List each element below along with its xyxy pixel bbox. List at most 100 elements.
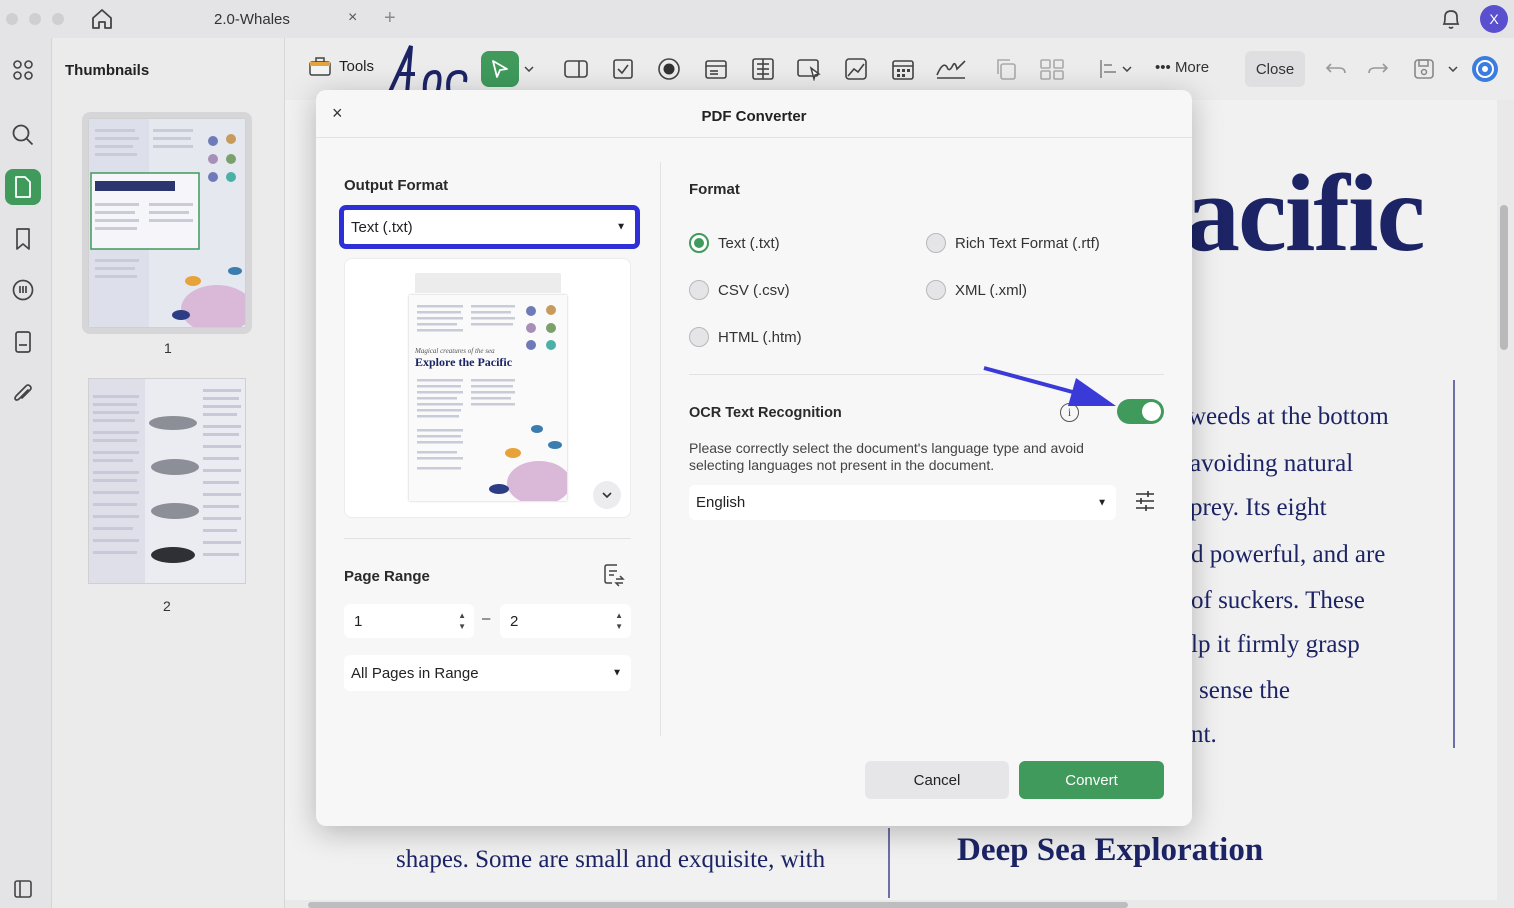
- format-option-csv[interactable]: CSV (.csv): [689, 280, 790, 300]
- checkbox-icon[interactable]: [610, 56, 636, 82]
- page-subset-value: All Pages in Range: [351, 664, 479, 682]
- ocr-language-select[interactable]: English ▼: [689, 485, 1116, 520]
- dialog-header: × PDF Converter: [316, 90, 1192, 138]
- date-field-icon[interactable]: [890, 56, 916, 82]
- ai-assistant-icon[interactable]: [1471, 55, 1499, 83]
- format-option-txt[interactable]: Text (.txt): [689, 233, 780, 253]
- window-close-dot[interactable]: [6, 13, 18, 25]
- page-thumbnail[interactable]: [88, 378, 246, 584]
- page-range-separator: –: [482, 610, 491, 627]
- home-icon[interactable]: [90, 8, 114, 30]
- stepper-arrows-icon[interactable]: ▲ ▼: [615, 610, 623, 632]
- toolbox-icon: [309, 57, 331, 76]
- document-text-line: weeds at the bottom: [1188, 403, 1389, 430]
- document-tab[interactable]: 2.0-Whales ×: [150, 0, 372, 38]
- radio-indicator: [689, 233, 709, 253]
- combo-box-icon[interactable]: [703, 56, 729, 82]
- ocr-description: Please correctly select the document's l…: [689, 440, 1084, 473]
- thumbnails-title: Thumbnails: [65, 62, 150, 79]
- ocr-label: OCR Text Recognition: [689, 405, 842, 421]
- list-box-icon[interactable]: [750, 56, 776, 82]
- cancel-button[interactable]: Cancel: [865, 761, 1009, 799]
- radio-indicator: [926, 233, 946, 253]
- page-range-swap-icon[interactable]: [603, 563, 625, 587]
- comments-icon[interactable]: [8, 275, 38, 305]
- preview-expand-button[interactable]: [593, 481, 621, 509]
- format-option-label: Rich Text Format (.rtf): [955, 234, 1100, 252]
- format-option-xml[interactable]: XML (.xml): [926, 280, 1027, 300]
- format-option-label: XML (.xml): [955, 281, 1027, 299]
- image-field-icon[interactable]: [843, 56, 869, 82]
- tools-button[interactable]: Tools: [309, 56, 374, 76]
- new-tab-icon[interactable]: +: [384, 7, 396, 30]
- format-option-rtf[interactable]: Rich Text Format (.rtf): [926, 233, 1100, 253]
- horizontal-scrollbar[interactable]: [308, 902, 1128, 908]
- grid-arrange-icon[interactable]: [1039, 56, 1065, 82]
- preview-page-stack: [415, 273, 561, 293]
- pages-icon[interactable]: [8, 327, 38, 357]
- dropdown-caret-icon: ▼: [612, 667, 622, 679]
- reading-mode-icon[interactable]: [563, 56, 589, 82]
- user-avatar[interactable]: X: [1480, 5, 1508, 33]
- convert-button[interactable]: Convert: [1019, 761, 1164, 799]
- chevron-down-icon[interactable]: [1119, 56, 1135, 82]
- thumbnail-page-number: 1: [164, 340, 172, 356]
- title-bar: 2.0-Whales × + X: [0, 0, 1514, 38]
- button-field-icon[interactable]: [796, 56, 822, 82]
- page-subset-select[interactable]: All Pages in Range ▼: [344, 655, 631, 691]
- more-button[interactable]: ••• More: [1155, 59, 1209, 76]
- output-format-select[interactable]: Text (.txt) ▼: [339, 205, 640, 249]
- output-format-value: Text (.txt): [351, 218, 413, 236]
- preview-title: Explore the Pacific: [415, 355, 513, 369]
- pdf-converter-dialog: × PDF Converter Output Format Text (.txt…: [316, 90, 1192, 826]
- output-preview: Magical creatures of the sea Explore the…: [344, 258, 631, 518]
- select-tool-button[interactable]: [481, 51, 519, 87]
- page-range-from-input[interactable]: 1 ▲ ▼: [344, 604, 474, 638]
- tools-label: Tools: [339, 57, 375, 75]
- ocr-toggle[interactable]: [1117, 399, 1164, 424]
- chevron-down-icon[interactable]: [521, 56, 537, 82]
- bell-icon[interactable]: [1440, 7, 1462, 31]
- attachment-icon[interactable]: [8, 378, 38, 408]
- redo-icon[interactable]: [1365, 56, 1391, 82]
- radio-button-icon[interactable]: [656, 56, 682, 82]
- format-option-label: Text (.txt): [718, 234, 780, 252]
- format-option-label: CSV (.csv): [718, 281, 790, 299]
- signature-icon[interactable]: [934, 56, 968, 82]
- cursor-arrow-icon: [492, 60, 508, 78]
- undo-icon[interactable]: [1323, 56, 1349, 82]
- window-zoom-dot[interactable]: [52, 13, 64, 25]
- preview-page: Magical creatures of the sea Explore the…: [409, 295, 571, 505]
- window-minimize-dot[interactable]: [29, 13, 41, 25]
- save-icon[interactable]: [1411, 56, 1437, 82]
- document-text-line: lp it firmly grasp: [1191, 631, 1360, 658]
- duplicate-field-icon[interactable]: [993, 56, 1019, 82]
- tab-close-icon[interactable]: ×: [348, 9, 357, 27]
- page-range-label: Page Range: [344, 568, 430, 585]
- page-thumbnail[interactable]: [82, 112, 253, 334]
- tab-title: 2.0-Whales: [214, 11, 290, 28]
- vertical-scrollbar[interactable]: [1500, 205, 1508, 350]
- sidebar-toggle-icon[interactable]: [8, 874, 38, 904]
- page-range-to-value: 2: [510, 612, 519, 630]
- document-text-line: sense the: [1199, 677, 1290, 704]
- page-range-to-input[interactable]: 2 ▲ ▼: [500, 604, 631, 638]
- bookmark-icon[interactable]: [8, 224, 38, 254]
- radio-indicator: [689, 327, 709, 347]
- left-rail: [0, 38, 52, 908]
- document-text-line: shapes. Some are small and exquisite, wi…: [396, 846, 826, 873]
- column-rule: [888, 828, 890, 898]
- output-format-label: Output Format: [344, 177, 449, 194]
- thumbnails-icon[interactable]: [5, 169, 41, 205]
- apps-grid-icon[interactable]: [8, 55, 38, 85]
- radio-indicator: [926, 280, 946, 300]
- chevron-down-icon: [602, 492, 612, 498]
- document-text-line: avoiding natural: [1190, 450, 1354, 477]
- close-form-mode-button[interactable]: Close: [1245, 51, 1305, 87]
- chevron-down-icon[interactable]: [1445, 56, 1461, 82]
- format-option-htm[interactable]: HTML (.htm): [689, 327, 802, 347]
- preview-subtitle: Magical creatures of the sea: [415, 347, 495, 355]
- search-icon[interactable]: [8, 120, 38, 150]
- sliders-icon[interactable]: [1134, 490, 1156, 512]
- stepper-arrows-icon[interactable]: ▲ ▼: [458, 610, 466, 632]
